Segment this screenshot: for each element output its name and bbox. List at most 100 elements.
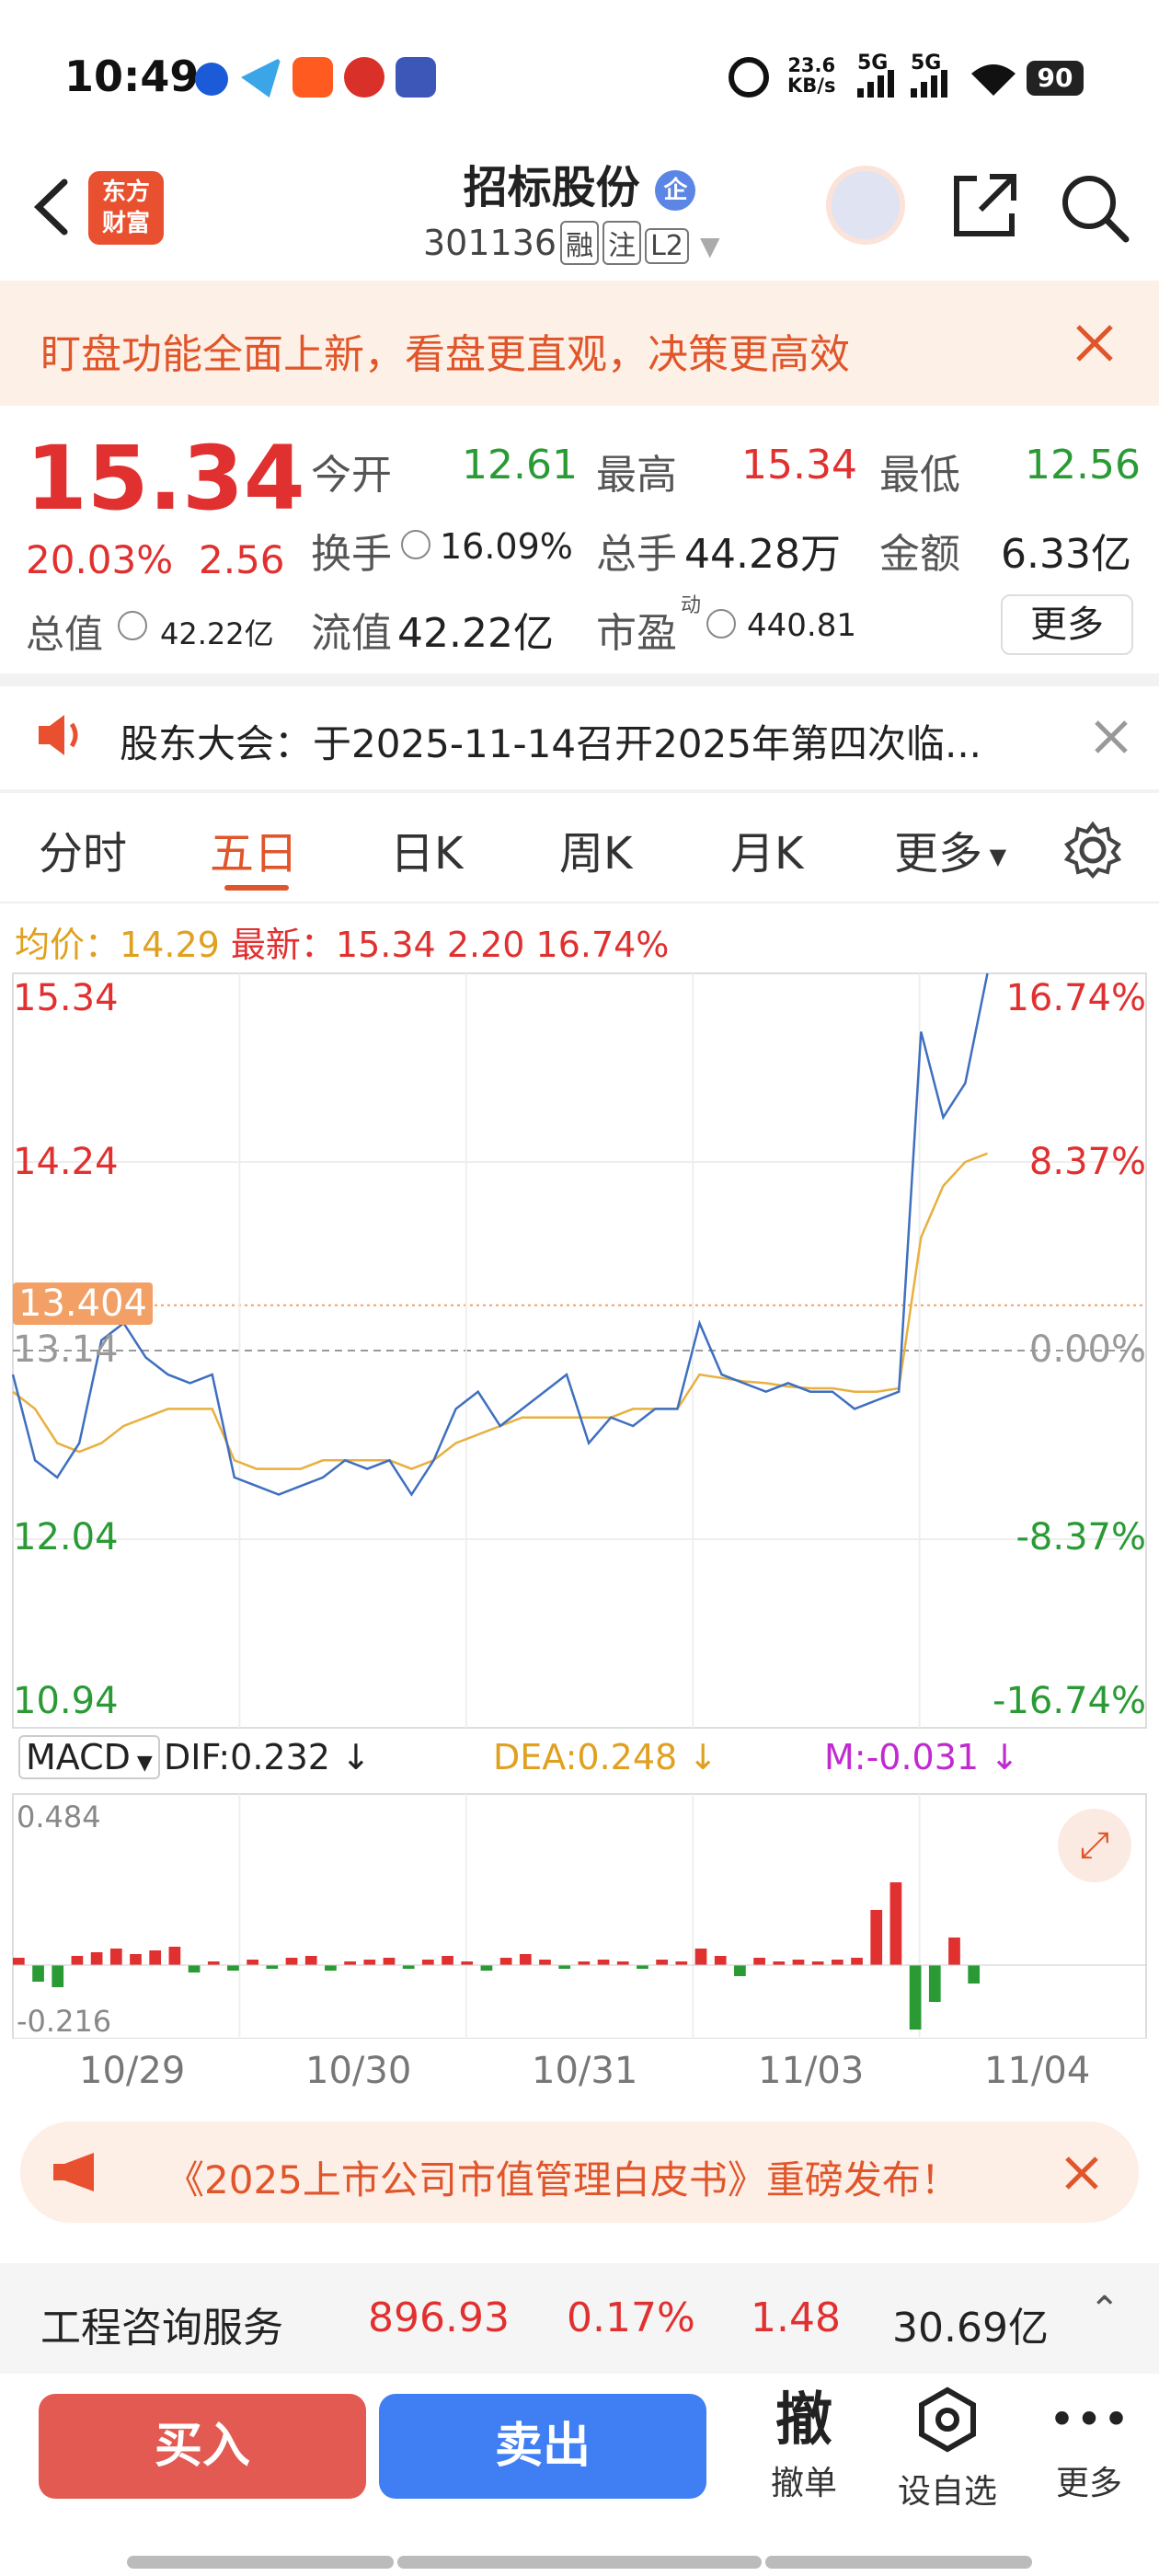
tab-intraday[interactable]: 分时	[39, 817, 127, 881]
status-bar: 10:49 23.6 KB/s 5G 5G 90	[0, 0, 1159, 147]
macd-dif: DIF:0.232 ↓	[164, 1737, 371, 1777]
macd-bar	[597, 1960, 610, 1965]
macd-bar	[90, 1952, 103, 1965]
tab-weekly-k[interactable]: 周K	[559, 817, 632, 881]
share-icon[interactable]	[949, 171, 1019, 241]
close-icon[interactable]	[1061, 2153, 1102, 2193]
scroll-indicator	[765, 2556, 1032, 2569]
macd-bar	[714, 1956, 727, 1965]
macd-bar	[616, 1961, 629, 1965]
macd-axis-bottom: -0.216	[17, 2004, 112, 2039]
chevron-up-icon[interactable]: ⌃	[1089, 2289, 1120, 2331]
macd-bar	[168, 1947, 181, 1965]
cancel-icon: 撤	[775, 2386, 832, 2453]
price-axis-2: 14.24	[13, 1141, 119, 1183]
volume-value: 44.28万	[684, 531, 841, 578]
tab-monthly-k[interactable]: 月K	[730, 817, 803, 881]
macd-bar	[480, 1965, 493, 1971]
date-label: 10/30	[305, 2050, 412, 2092]
macd-bar	[928, 1965, 941, 2002]
tab-more[interactable]: 更多 ▼	[894, 817, 1006, 881]
macd-bar	[753, 1958, 765, 1965]
ad-banner[interactable]: 《2025上市公司市值管理白皮书》重磅发布！	[20, 2122, 1139, 2223]
macd-bar	[13, 1958, 25, 1965]
price-axis-mid: 13.14	[13, 1328, 119, 1371]
macd-bar	[675, 1961, 688, 1965]
last-price: 15.34	[26, 427, 305, 530]
stock-code-row[interactable]: 301136 融注 L2 ▼	[423, 221, 720, 265]
expand-icon[interactable]: ⤢	[1058, 1809, 1131, 1882]
high-label: 最高	[596, 452, 677, 499]
app-red-icon	[344, 57, 384, 98]
pct-axis-bottom: -16.74%	[993, 1680, 1146, 1722]
more-quote-button[interactable]: 更多	[1001, 594, 1133, 655]
info-circle-icon	[118, 611, 147, 640]
sell-button[interactable]: 卖出	[379, 2394, 706, 2499]
pct-axis-top: 16.74%	[1005, 977, 1146, 1019]
macd-bar	[656, 1960, 668, 1965]
macd-bar	[948, 1938, 960, 1965]
status-time: 10:49	[64, 52, 200, 101]
macd-bar	[968, 1965, 981, 1984]
sector-change: 1.48	[751, 2294, 841, 2341]
mktcap-value: 42.22亿	[160, 616, 274, 651]
macd-bar	[442, 1956, 453, 1965]
buy-button[interactable]: 买入	[39, 2394, 366, 2499]
macd-bar	[792, 1960, 805, 1965]
tab-five-day[interactable]: 五日	[210, 817, 298, 881]
tab-daily-k[interactable]: 日K	[390, 817, 463, 881]
active-tab-indicator	[224, 885, 289, 891]
amount-value: 6.33亿	[1001, 531, 1131, 578]
telegram-icon	[241, 57, 281, 98]
macd-bar	[71, 1956, 84, 1965]
change-pct: 20.03%	[26, 537, 174, 582]
turnover-label: 换手	[311, 531, 392, 578]
close-icon[interactable]	[1073, 321, 1117, 365]
ai-assistant-icon[interactable]	[826, 166, 905, 245]
macd-bar	[130, 1954, 142, 1965]
hexagon-icon	[919, 2386, 976, 2453]
sector-bar[interactable]: 工程咨询服务 896.93 0.17% 1.48 30.69亿 ⌃	[0, 2263, 1159, 2374]
volume-label: 总手	[596, 531, 677, 578]
pct-axis-2: 8.37%	[1028, 1141, 1146, 1183]
more-actions-button[interactable]: ••• 更多	[1025, 2383, 1153, 2504]
search-icon[interactable]	[1058, 171, 1131, 245]
feature-banner[interactable]: 盯盘功能全面上新，看盘更直观，决策更高效	[0, 281, 1159, 406]
sector-pct: 0.17%	[567, 2294, 695, 2341]
price-axis-4: 12.04	[13, 1516, 119, 1558]
macd-bar	[149, 1950, 162, 1965]
banner-text: 盯盘功能全面上新，看盘更直观，决策更高效	[40, 331, 850, 378]
avg-price-line	[12, 1152, 988, 1470]
date-label: 11/04	[984, 2050, 1091, 2092]
macd-bar	[344, 1961, 356, 1965]
notice-bar[interactable]: 股东大会：于2025-11-14召开2025年第四次临...	[0, 685, 1159, 788]
info-circle-icon	[401, 530, 430, 559]
divider	[0, 789, 1159, 793]
high-value: 15.34	[741, 442, 857, 489]
macd-bar	[909, 1965, 922, 2030]
app-notify-icon	[195, 63, 228, 96]
pe-sup: 动	[681, 594, 702, 617]
macd-m: M:-0.031 ↓	[824, 1737, 1020, 1777]
macd-dea: DEA:0.248 ↓	[493, 1737, 718, 1777]
tag-l2: L2	[645, 228, 689, 264]
macd-bar	[578, 1961, 591, 1965]
scroll-indicator	[127, 2556, 394, 2569]
cancel-order-button[interactable]: 撤 撤单	[740, 2383, 868, 2504]
macd-bar	[558, 1965, 571, 1969]
close-icon[interactable]	[1091, 717, 1131, 757]
macd-bar	[694, 1949, 707, 1965]
enterprise-badge: 企	[655, 170, 696, 211]
wifi-icon	[971, 64, 1016, 96]
macd-bar	[889, 1882, 902, 1965]
price-axis-top: 15.34	[13, 977, 119, 1019]
float-value: 42.22亿	[397, 610, 554, 657]
price-chart[interactable]	[0, 966, 1159, 1730]
add-watchlist-button[interactable]: 设自选	[883, 2383, 1012, 2513]
macd-chart[interactable]	[0, 1790, 1159, 2039]
macd-selector[interactable]: MACD ▼	[18, 1735, 160, 1779]
tag-margin: 融	[560, 221, 600, 265]
macd-bar	[402, 1965, 415, 1969]
macd-bar	[811, 1961, 824, 1965]
settings-gear-icon[interactable]	[1063, 821, 1122, 880]
